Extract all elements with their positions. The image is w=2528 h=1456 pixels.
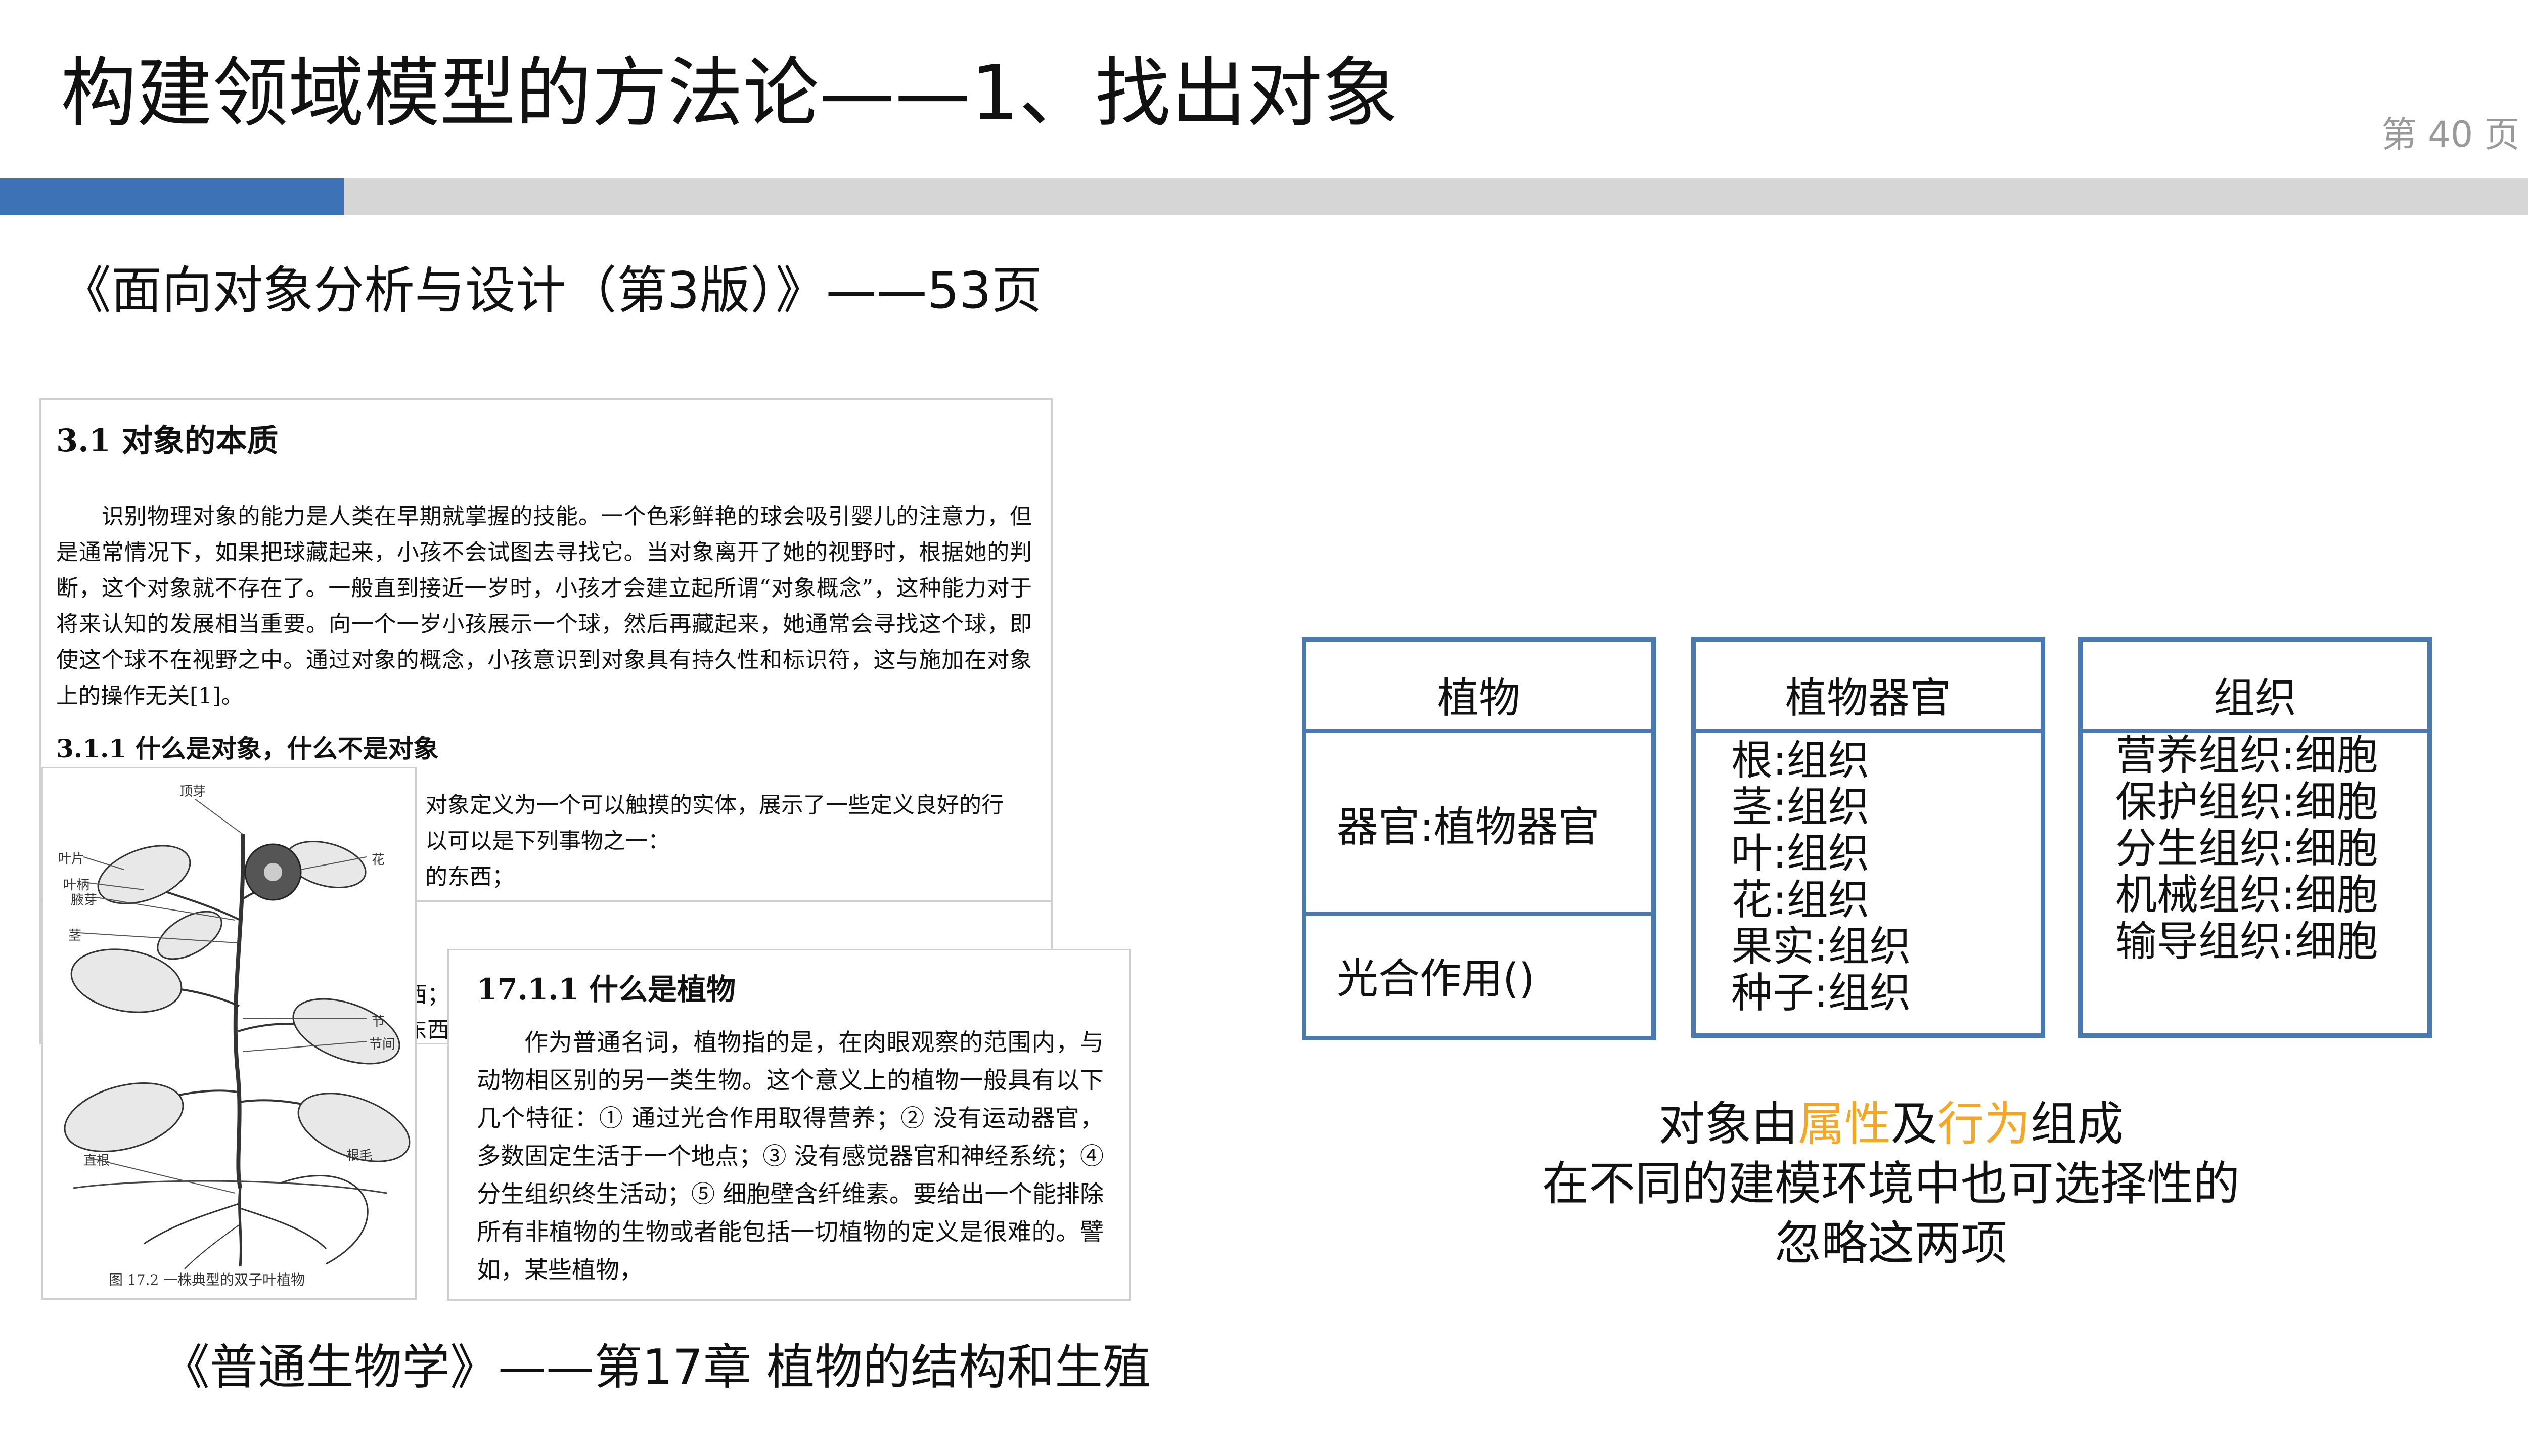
uml-attribute: 茎:组织 <box>1731 783 1870 831</box>
uml-attribute: 分生组织:细胞 <box>2115 825 2378 873</box>
plant-diagram-figure: 顶芽 叶片 叶柄 腋芽 花 茎 节 节间 直根 根毛 图 17.2 一株典型的双… <box>41 767 417 1300</box>
uml-class-name: 组织 <box>2213 674 2296 722</box>
uml-divider <box>1306 729 1651 733</box>
page-number: 第 40 页 <box>2381 114 2520 155</box>
label-leaf-blade: 叶片 <box>58 851 85 867</box>
note-line-3: 忽略这两项 <box>1774 1216 2007 1270</box>
note-text: 对象由 <box>1658 1097 1798 1151</box>
excerpt-partial-line: 对象定义为一个可以触摸的实体，展示了一些定义良好的行 <box>425 792 1004 818</box>
uml-class-plant: 植物 器官:植物器官 光合作用() <box>1302 637 1656 1040</box>
uml-attribute: 保护组织:细胞 <box>2115 778 2378 826</box>
slide-title: 构建领域模型的方法论——1、找出对象 <box>61 50 1398 138</box>
label-axillary-bud: 腋芽 <box>71 893 98 908</box>
biology-paragraph: 作为普通名词，植物指的是，在肉眼观察的范围内，与动物相区别的另一类生物。这个意义… <box>477 1029 1104 1284</box>
note-line-2: 在不同的建模环境中也可选择性的 <box>1542 1157 2240 1211</box>
uml-attribute: 器官:植物器官 <box>1337 803 1600 851</box>
label-stem: 茎 <box>68 928 82 943</box>
uml-divider <box>1696 729 2041 733</box>
uml-attribute: 果实:组织 <box>1731 923 1911 971</box>
uml-divider <box>1306 912 1651 916</box>
uml-attribute: 叶:组织 <box>1731 830 1870 878</box>
highlight-behavior: 行为 <box>1937 1097 2031 1151</box>
biology-source-citation: 《普通生物学》——第17章 植物的结构和生殖 <box>162 1340 1151 1395</box>
ooad-source-citation: 《面向对象分析与设计（第3版）》——53页 <box>61 261 1042 320</box>
highlight-attribute: 属性 <box>1797 1097 1891 1151</box>
uml-class-organ: 植物器官 根:组织 茎:组织 叶:组织 花:组织 果实:组织 种子:组织 <box>1691 637 2045 1038</box>
uml-attribute: 机械组织:细胞 <box>2115 871 2378 919</box>
uml-class-tissue: 组织 营养组织:细胞 保护组织:细胞 分生组织:细胞 机械组织:细胞 输导组织:… <box>2078 637 2432 1038</box>
uml-operation: 光合作用() <box>1337 955 1535 1003</box>
label-root-hair: 根毛 <box>346 1148 373 1163</box>
uml-attribute: 种子:组织 <box>1731 969 1911 1017</box>
label-node: 节 <box>372 1014 385 1029</box>
excerpt-heading: 3.1 对象的本质 <box>56 422 279 459</box>
excerpt-subheading: 3.1.1 什么是对象，什么不是对象 <box>56 734 439 763</box>
biology-book-excerpt: 17.1.1 什么是植物 作为普通名词，植物指的是，在肉眼观察的范围内，与动物相… <box>447 949 1131 1301</box>
title-divider-track <box>0 178 2528 215</box>
title-divider-accent <box>0 178 344 215</box>
label-taproot: 直根 <box>83 1153 110 1168</box>
uml-attribute: 营养组织:细胞 <box>2115 732 2378 780</box>
label-internode: 节间 <box>369 1037 396 1052</box>
object-definition-note: 对象由属性及行为组成 在不同的建模环境中也可选择性的 忽略这两项 <box>1365 1095 2417 1273</box>
label-flower: 花 <box>372 852 385 868</box>
note-text: 组成 <box>2030 1097 2124 1151</box>
biology-heading: 17.1.1 什么是植物 <box>477 972 736 1007</box>
excerpt-partial-line: 以可以是下列事物之一： <box>425 828 670 854</box>
note-line-1: 对象由属性及行为组成 <box>1365 1095 2417 1154</box>
uml-class-name: 植物器官 <box>1785 674 1951 722</box>
uml-attribute-list: 根:组织 茎:组织 叶:组织 花:组织 果实:组织 种子:组织 <box>1731 738 1911 1017</box>
excerpt-partial-line: 的东西； <box>425 864 514 890</box>
uml-attribute-list: 营养组织:细胞 保护组织:细胞 分生组织:细胞 机械组织:细胞 输导组织:细胞 <box>2115 733 2378 965</box>
uml-attribute: 花:组织 <box>1731 876 1870 924</box>
note-text: 及 <box>1890 1097 1937 1151</box>
uml-class-name: 植物 <box>1437 674 1520 722</box>
uml-attribute: 输导组织:细胞 <box>2115 918 2378 966</box>
label-apical-bud: 顶芽 <box>179 784 206 799</box>
excerpt-paragraph: 识别物理对象的能力是人类在早期就掌握的技能。一个色彩鲜艳的球会吸引婴儿的注意力，… <box>56 504 1032 709</box>
figure-caption: 图 17.2 一株典型的双子叶植物 <box>109 1271 305 1288</box>
plant-illustration <box>64 798 411 1269</box>
uml-attribute: 根:组织 <box>1731 737 1870 785</box>
